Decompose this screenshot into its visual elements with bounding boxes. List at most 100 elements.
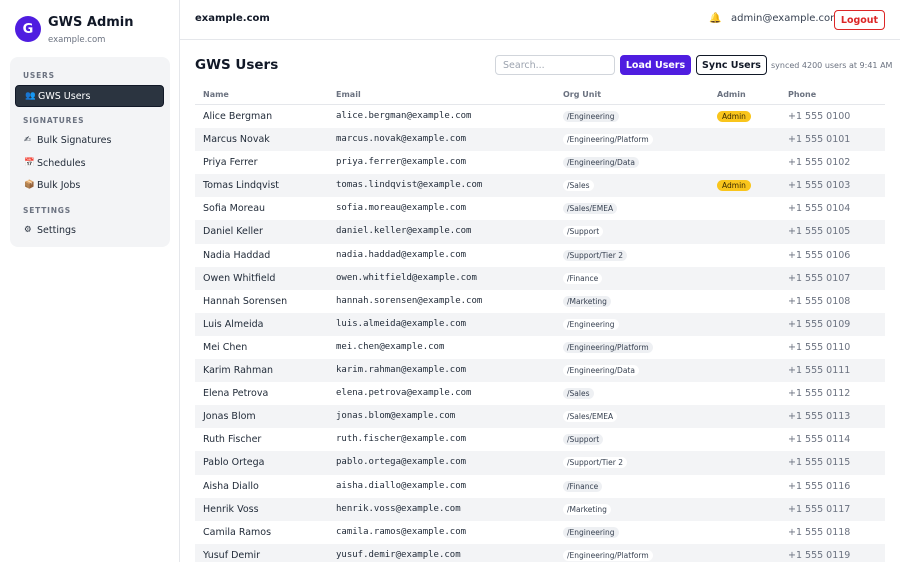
cell-name: Ruth Fischer — [203, 434, 262, 446]
header-email[interactable]: Email — [336, 90, 361, 99]
header-name[interactable]: Name — [203, 90, 229, 99]
sidebar-item-label: Schedules — [37, 157, 86, 169]
cell-org-unit: /Engineering/Platform — [563, 549, 653, 561]
cell-org-unit: /Support — [563, 434, 604, 446]
search-input[interactable] — [495, 55, 615, 75]
cell-phone: +1 555 0115 — [788, 457, 851, 469]
cell-org-unit: /Engineering — [563, 111, 619, 122]
table-row[interactable]: Owen Whitfield owen.whitfield@example.com… — [195, 266, 885, 290]
table-row[interactable]: Priya Ferrer priya.ferrer@example.com/Eng… — [195, 151, 885, 174]
table-row[interactable]: Sofia Moreau sofia.moreau@example.com/Sal… — [195, 197, 885, 220]
admin-badge: Admin — [717, 180, 751, 192]
cell-email: sofia.moreau@example.com — [336, 203, 467, 214]
cell-phone: +1 555 0112 — [788, 388, 851, 400]
cell-email: nadia.haddad@example.com — [336, 249, 467, 260]
sidebar-item-label: Settings — [37, 224, 76, 236]
table-row[interactable]: Luis Almeida luis.almeida@example.com/Eng… — [195, 312, 885, 336]
user-email: admin@example.com — [731, 13, 840, 24]
table-row[interactable]: Camila Ramos camila.ramos@example.com/Eng… — [195, 521, 885, 544]
page-title: GWS Users — [195, 57, 279, 73]
users-table: Name Email Org Unit Admin Phone Alice Be… — [195, 86, 885, 562]
table-row[interactable]: Elena Petrova elena.petrova@example.com/S… — [195, 382, 885, 405]
brand-logo: G — [15, 16, 41, 42]
box-icon: 📦 — [24, 180, 35, 190]
sync-users-button[interactable]: Sync Users — [696, 55, 767, 75]
cell-phone: +1 555 0108 — [788, 295, 851, 307]
cell-phone: +1 555 0116 — [788, 480, 851, 492]
cell-email: camila.ramos@example.com — [336, 526, 467, 537]
table-row[interactable]: Hannah Sorensen hannah.sorensen@example.c… — [195, 290, 885, 313]
logout-button[interactable]: Logout — [834, 10, 885, 30]
cell-phone: +1 555 0100 — [788, 111, 851, 122]
users-icon: 👥 — [25, 91, 36, 101]
table-row[interactable]: Pablo Ortega pablo.ortega@example.com/Sup… — [195, 451, 885, 475]
table-row[interactable]: Henrik Voss henrik.voss@example.com/Marke… — [195, 497, 885, 521]
sidebar-item-schedules[interactable]: 📅 Schedules — [15, 152, 164, 174]
table-row[interactable]: Ruth Fischer ruth.fischer@example.com/Sup… — [195, 428, 885, 451]
brand-title: GWS Admin — [48, 15, 134, 30]
cell-email: priya.ferrer@example.com — [336, 157, 467, 168]
sidebar-item-gws-users[interactable]: 👥 GWS Users — [15, 85, 164, 107]
sidebar-item-settings[interactable]: ⚙ Settings — [15, 219, 164, 241]
cell-org-unit: /Engineering — [563, 318, 619, 330]
table-body: Alice Bergman alice.bergman@example.com/E… — [195, 105, 885, 562]
cell-phone: +1 555 0113 — [788, 411, 851, 423]
cell-email: luis.almeida@example.com — [336, 318, 467, 329]
cell-email: yusuf.demir@example.com — [336, 549, 461, 560]
cell-email: ruth.fischer@example.com — [336, 434, 467, 445]
cell-org-unit: /Sales — [563, 388, 594, 400]
nav-section-users: USERS — [23, 71, 55, 80]
table-row[interactable]: Marcus Novak marcus.novak@example.com/Eng… — [195, 128, 885, 152]
cell-name: Jonas Blom — [203, 411, 256, 423]
calendar-icon: 📅 — [24, 158, 35, 168]
cell-email: hannah.sorensen@example.com — [336, 295, 483, 306]
cell-email: henrik.voss@example.com — [336, 503, 461, 514]
pen-icon: ✍ — [24, 135, 32, 145]
cell-org-unit: /Finance — [563, 480, 603, 492]
cell-email: tomas.lindqvist@example.com — [336, 180, 483, 191]
table-row[interactable]: Aisha Diallo aisha.diallo@example.com/Fin… — [195, 475, 885, 498]
table-row[interactable]: Jonas Blom jonas.blom@example.com/Sales/E… — [195, 405, 885, 429]
sidebar-item-label: Bulk Jobs — [37, 179, 81, 191]
cell-email: pablo.ortega@example.com — [336, 457, 467, 468]
header-admin[interactable]: Admin — [717, 90, 746, 99]
cell-org-unit: /Support — [563, 226, 604, 238]
domain-label: example.com — [195, 13, 270, 24]
sidebar-item-bulk-jobs[interactable]: 📦 Bulk Jobs — [15, 174, 164, 196]
cell-name: Luis Almeida — [203, 318, 264, 330]
cell-email: owen.whitfield@example.com — [336, 272, 477, 283]
sidebar-nav: USERS 👥 GWS Users SIGNATURES ✍ Bulk Sign… — [10, 57, 170, 247]
cell-phone: +1 555 0101 — [788, 134, 851, 146]
load-users-button[interactable]: Load Users — [620, 55, 691, 75]
table-row[interactable]: Yusuf Demir yusuf.demir@example.com/Engin… — [195, 543, 885, 562]
cell-phone: +1 555 0102 — [788, 157, 851, 169]
cell-phone: +1 555 0110 — [788, 341, 851, 353]
header-phone[interactable]: Phone — [788, 90, 816, 99]
nav-section-settings: SETTINGS — [23, 206, 71, 215]
bell-icon[interactable]: 🔔 — [709, 13, 721, 24]
cell-name: Alice Bergman — [203, 111, 273, 122]
cell-phone: +1 555 0114 — [788, 434, 851, 446]
cell-phone: +1 555 0109 — [788, 318, 851, 330]
table-row[interactable]: Alice Bergman alice.bergman@example.com/E… — [195, 105, 885, 128]
cell-name: Pablo Ortega — [203, 457, 265, 469]
cell-phone: +1 555 0107 — [788, 272, 851, 284]
cell-email: jonas.blom@example.com — [336, 411, 456, 422]
cell-name: Camila Ramos — [203, 526, 272, 538]
table-row[interactable]: Daniel Keller daniel.keller@example.com/S… — [195, 220, 885, 244]
admin-badge: Admin — [717, 111, 751, 122]
table-row[interactable]: Mei Chen mei.chen@example.com/Engineering… — [195, 336, 885, 359]
cell-name: Aisha Diallo — [203, 480, 259, 492]
cell-email: aisha.diallo@example.com — [336, 480, 467, 491]
table-row[interactable]: Nadia Haddad nadia.haddad@example.com/Sup… — [195, 244, 885, 267]
cell-name: Mei Chen — [203, 341, 248, 353]
header-org-unit[interactable]: Org Unit — [563, 90, 601, 99]
table-row[interactable]: Tomas Lindqvist tomas.lindqvist@example.c… — [195, 174, 885, 198]
sidebar-item-bulk-signatures[interactable]: ✍ Bulk Signatures — [15, 129, 164, 151]
cell-name: Elena Petrova — [203, 388, 269, 400]
table-row[interactable]: Karim Rahman karim.rahman@example.com/Eng… — [195, 359, 885, 383]
cell-email: daniel.keller@example.com — [336, 226, 472, 237]
cell-org-unit: /Engineering/Data — [563, 365, 639, 377]
sync-status: synced 4200 users at 9:41 AM — [771, 61, 893, 70]
cell-name: Owen Whitfield — [203, 272, 276, 284]
